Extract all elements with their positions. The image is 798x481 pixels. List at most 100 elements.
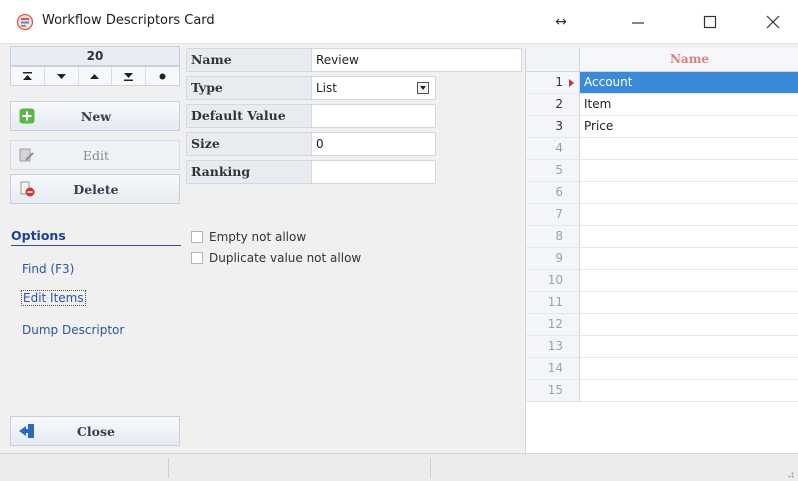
table-cell[interactable] [580,358,798,379]
add-icon [13,108,41,124]
exit-icon [13,423,41,439]
last-record-button[interactable] [112,67,147,85]
checkbox-box[interactable] [191,231,203,243]
close-window-button[interactable] [755,8,791,36]
resize-button[interactable]: ↔ [543,8,579,36]
ranking-row: Ranking [186,160,436,184]
name-field[interactable]: Review [312,48,522,72]
row-number: 9 [526,248,580,269]
row-number: 6 [526,182,580,203]
table-row[interactable]: 8 [526,226,798,248]
table-cell[interactable]: Account [580,72,798,93]
minimize-icon [632,22,644,24]
first-record-icon [22,71,32,80]
table-row[interactable]: 4 [526,138,798,160]
table-cell[interactable] [580,248,798,269]
table-cell[interactable]: Price [580,116,798,137]
table-row[interactable]: 15 [526,380,798,402]
table-row[interactable]: 14 [526,358,798,380]
record-navigator [10,66,180,86]
title-bar: Workflow Descriptors Card ↔ [0,0,798,44]
row-number-text: 15 [547,383,563,397]
current-record-button[interactable] [146,67,179,85]
empty-not-allow-checkbox[interactable]: Empty not allow [191,230,306,244]
table-cell[interactable] [580,226,798,247]
previous-record-icon [56,73,66,79]
table-cell[interactable] [580,138,798,159]
next-record-button[interactable] [79,67,113,85]
new-button[interactable]: New [10,101,180,131]
size-field[interactable]: 0 [312,132,436,156]
column-header-name[interactable]: Name [580,48,798,71]
ranking-label: Ranking [186,160,312,184]
table-row[interactable]: 7 [526,204,798,226]
delete-button[interactable]: Delete [10,174,180,204]
table-row[interactable]: 10 [526,270,798,292]
resize-icon: ↔ [555,14,567,30]
table-cell[interactable] [580,182,798,203]
default-value-row: Default Value [186,104,436,128]
table-cell[interactable] [580,204,798,225]
row-number: 12 [526,314,580,335]
status-divider [430,458,431,478]
window-title: Workflow Descriptors Card [42,13,215,28]
row-number-text: 7 [555,207,563,221]
table-cell[interactable] [580,292,798,313]
edit-icon [13,147,41,163]
table-row[interactable]: 9 [526,248,798,270]
default-value-field[interactable] [312,104,436,128]
table-row[interactable]: 2 Item [526,94,798,116]
options-title: Options [11,228,66,243]
type-row: Type List [186,76,436,100]
minimize-button[interactable] [620,8,656,36]
table-cell[interactable] [580,160,798,181]
type-value: List [316,81,337,95]
name-label: Name [186,48,312,72]
close-button[interactable]: Close [10,416,180,446]
record-counter: 20 [10,46,180,66]
close-icon [766,15,780,29]
table-row[interactable]: 6 [526,182,798,204]
resize-grip-icon[interactable] [784,468,794,478]
row-number-text: 2 [555,97,563,111]
items-grid: Name 1 Account 2 Item 3 Price 4 5 6 7 8 … [525,48,798,453]
dump-descriptor-link[interactable]: Dump Descriptor [22,323,124,337]
last-record-icon [124,72,134,81]
row-number-text: 12 [547,317,563,331]
table-row[interactable]: 3 Price [526,116,798,138]
previous-record-button[interactable] [45,67,79,85]
duplicate-not-allow-checkbox[interactable]: Duplicate value not allow [191,251,361,265]
options-divider [11,245,181,246]
table-row[interactable]: 1 Account [526,72,798,94]
app-icon [16,13,34,31]
edit-items-link[interactable]: Edit Items [21,290,86,306]
row-number-text: 8 [555,229,563,243]
table-row[interactable]: 5 [526,160,798,182]
row-number: 5 [526,160,580,181]
edit-button-label: Edit [82,147,110,163]
chevron-down-icon[interactable] [417,82,429,94]
checkbox-box[interactable] [191,252,203,264]
edit-button[interactable]: Edit [10,140,180,170]
table-cell[interactable]: Item [580,94,798,115]
row-number: 7 [526,204,580,225]
row-number: 1 [526,72,580,93]
new-button-label: New [80,108,112,124]
table-cell[interactable] [580,336,798,357]
table-cell[interactable] [580,314,798,335]
find-link[interactable]: Find (F3) [22,262,74,276]
maximize-button[interactable] [692,8,728,36]
table-row[interactable]: 13 [526,336,798,358]
status-divider [168,458,169,478]
table-row[interactable]: 12 [526,314,798,336]
table-cell[interactable] [580,380,798,401]
table-row[interactable]: 11 [526,292,798,314]
ranking-field[interactable] [312,160,436,184]
close-button-label: Close [76,423,116,439]
row-number-text: 1 [555,75,563,89]
type-select[interactable]: List [312,76,436,100]
first-record-button[interactable] [11,67,45,85]
row-number: 8 [526,226,580,247]
table-cell[interactable] [580,270,798,291]
next-record-icon [90,73,100,79]
